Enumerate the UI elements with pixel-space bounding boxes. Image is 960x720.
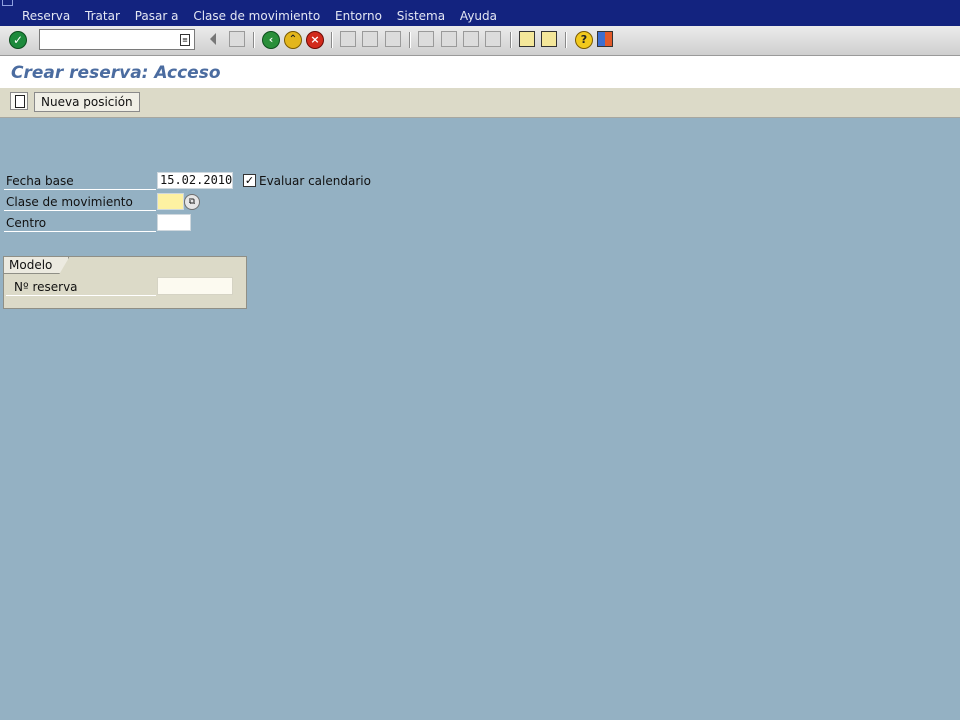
find-icon[interactable] [362,31,378,47]
save-icon[interactable] [229,31,245,47]
separator [510,32,512,48]
separator [331,32,333,48]
previous-page-icon[interactable] [441,31,457,47]
new-document-icon[interactable] [10,92,28,110]
label-underline [4,210,156,211]
separator [253,32,255,48]
nreserva-label: Nº reserva [14,280,78,294]
clase-movimiento-input[interactable] [157,193,184,210]
layout-menu-icon[interactable] [597,31,613,47]
first-page-icon[interactable] [418,31,434,47]
matchcode-icon[interactable]: ⧉ [184,194,200,210]
centro-label: Centro [6,216,47,230]
label-underline [6,295,156,296]
menu-items: Reserva Tratar Pasar a Clase de movimien… [22,9,508,23]
print-icon[interactable] [340,31,356,47]
collapse-arrow-icon[interactable] [210,33,216,45]
separator [565,32,567,48]
menu-pasar-a[interactable]: Pasar a [135,9,179,23]
title-bar: Crear reserva: Acceso [0,56,960,88]
clase-movimiento-label: Clase de movimiento [6,195,133,209]
cancel-icon[interactable]: × [306,31,324,49]
menu-reserva[interactable]: Reserva [22,9,70,23]
modelo-group: Modelo Nº reserva [3,256,247,309]
application-toolbar: Nueva posición [0,88,960,118]
menu-bar: Reserva Tratar Pasar a Clase de movimien… [0,0,960,26]
command-history-icon[interactable]: ≡ [180,34,190,46]
menu-clase-movimiento[interactable]: Clase de movimiento [193,9,320,23]
enter-check-icon[interactable]: ✓ [9,31,27,49]
back-icon[interactable]: ‹ [262,31,280,49]
evaluar-calendario-checkbox[interactable]: ✓ [243,174,256,187]
fecha-base-label: Fecha base [6,174,74,188]
new-position-button[interactable]: Nueva posición [34,92,140,112]
menu-ayuda[interactable]: Ayuda [460,9,497,23]
find-next-icon[interactable] [385,31,401,47]
centro-input[interactable] [157,214,191,231]
help-icon[interactable]: ? [575,31,593,49]
command-input[interactable] [40,30,176,49]
menu-sistema[interactable]: Sistema [397,9,445,23]
window-menu-icon[interactable] [2,0,13,6]
menu-entorno[interactable]: Entorno [335,9,382,23]
new-session-icon[interactable] [519,31,535,47]
shortcut-icon[interactable] [541,31,557,47]
menu-tratar[interactable]: Tratar [85,9,120,23]
evaluar-calendario-label: Evaluar calendario [259,174,371,188]
page-title: Crear reserva: Acceso [11,63,221,83]
system-toolbar: ✓ ≡ ‹ ⌃ × ? [0,26,960,56]
last-page-icon[interactable] [485,31,501,47]
fecha-base-input[interactable]: 15.02.2010 [157,172,233,189]
nreserva-input[interactable] [157,277,233,295]
label-underline [4,189,156,190]
command-field[interactable]: ≡ [39,29,195,50]
modelo-group-title: Modelo [4,257,69,274]
next-page-icon[interactable] [463,31,479,47]
label-underline [4,231,156,232]
exit-icon[interactable]: ⌃ [284,31,302,49]
separator [409,32,411,48]
